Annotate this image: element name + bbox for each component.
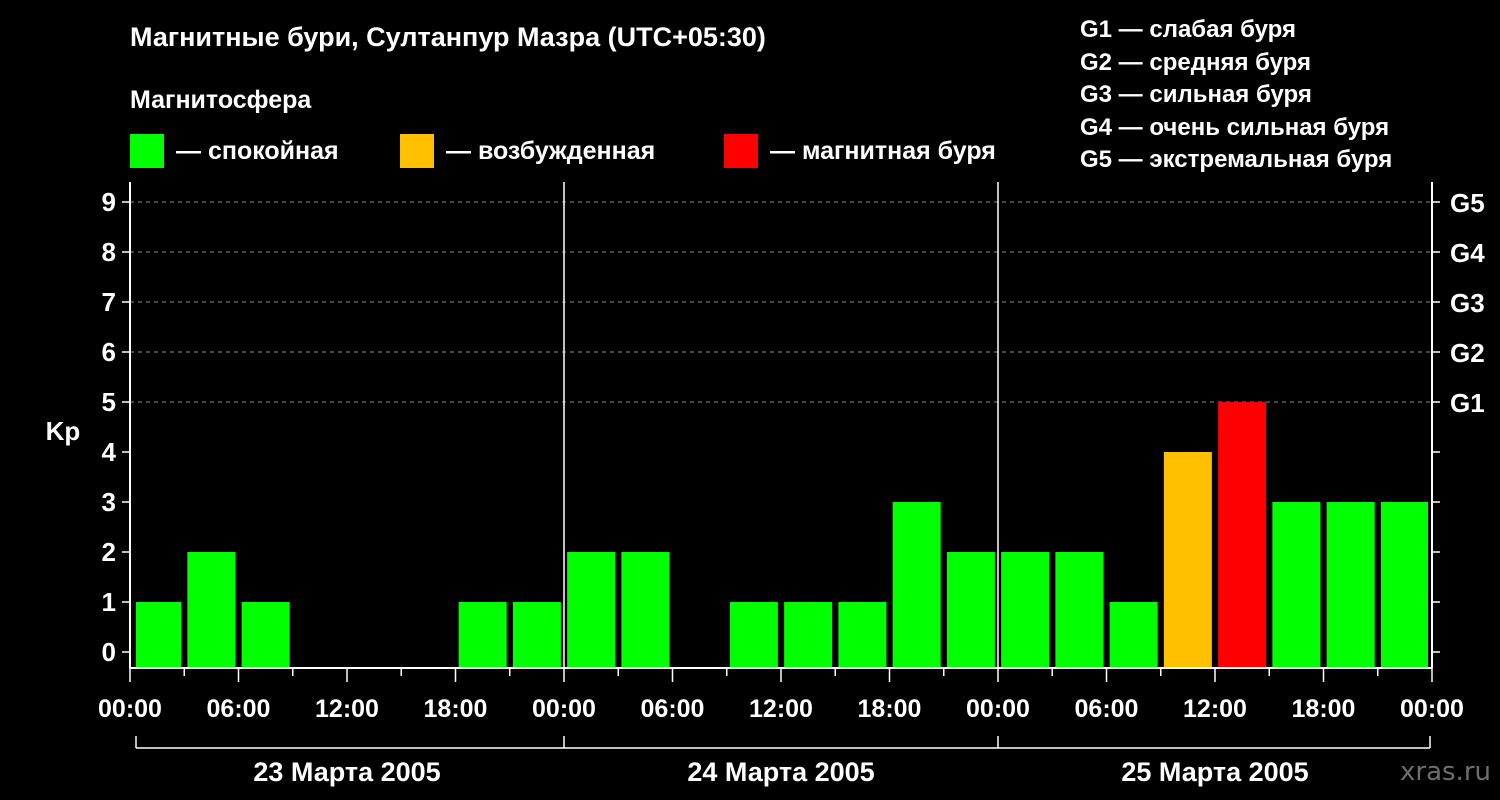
day-label: 23 Марта 2005: [253, 757, 440, 787]
kp-bar-chart: 0 1 2 3 4 5 6 7 8 9 G1 G2 G3 G4 G5 Kp 00:00 06:00 12:00 18:…: [46, 182, 1485, 787]
x-tick-label: 12:00: [315, 695, 379, 723]
x-tick-label: 18:00: [1292, 695, 1356, 723]
x-tick-label: 06:00: [207, 695, 271, 723]
kp-bar: [241, 602, 290, 668]
x-tick-label: 12:00: [749, 695, 813, 723]
y-tick-label: 4: [102, 437, 117, 467]
kp-bar: [1326, 502, 1375, 668]
kp-bar: [187, 552, 236, 668]
x-tick-label: 18:00: [858, 695, 922, 723]
x-tick-label: 00:00: [1400, 695, 1464, 723]
x-tick-label: 12:00: [1183, 695, 1247, 723]
x-tick-label: 00:00: [98, 695, 162, 723]
x-tick-label: 06:00: [641, 695, 705, 723]
kp-bar: [512, 602, 561, 668]
kp-bar: [784, 602, 833, 668]
day-label: 24 Марта 2005: [687, 757, 874, 787]
day-label: 25 Марта 2005: [1121, 757, 1308, 787]
y-tick-label: 2: [102, 537, 116, 567]
kp-bar: [1055, 552, 1104, 668]
kp-bar: [1380, 502, 1428, 668]
g-tick-label: G5: [1450, 188, 1485, 218]
g-tick-label: G3: [1450, 288, 1485, 318]
y-tick-label: 5: [102, 387, 116, 417]
kp-bar: [1109, 602, 1158, 668]
g-tick-label: G2: [1450, 338, 1485, 368]
g-tick-label: G4: [1450, 238, 1485, 268]
kp-bar: [892, 502, 941, 668]
y-tick-label: 1: [102, 587, 116, 617]
x-tick-label: 18:00: [424, 695, 488, 723]
watermark: xras.ru: [1400, 757, 1491, 787]
kp-bar: [1218, 402, 1267, 668]
kp-bar: [838, 602, 887, 668]
kp-bar: [1272, 502, 1321, 668]
y-axis-label: Kp: [46, 416, 81, 446]
x-tick-label: 00:00: [966, 695, 1030, 723]
x-tick-label: 06:00: [1075, 695, 1139, 723]
kp-bar: [136, 602, 182, 668]
kp-bar: [1163, 452, 1212, 668]
kp-bar: [567, 552, 616, 668]
y-tick-label: 0: [102, 637, 116, 667]
kp-bar: [729, 602, 778, 668]
x-tick-label: 00:00: [532, 695, 596, 723]
kp-bar: [621, 552, 670, 668]
kp-bar: [1001, 552, 1050, 668]
y-tick-label: 3: [102, 487, 116, 517]
y-tick-label: 8: [102, 237, 116, 267]
kp-bar: [946, 552, 995, 668]
y-tick-label: 7: [102, 287, 116, 317]
kp-bar: [458, 602, 507, 668]
g-tick-label: G1: [1450, 388, 1485, 418]
y-tick-label: 6: [102, 337, 116, 367]
y-tick-label: 9: [102, 187, 116, 217]
